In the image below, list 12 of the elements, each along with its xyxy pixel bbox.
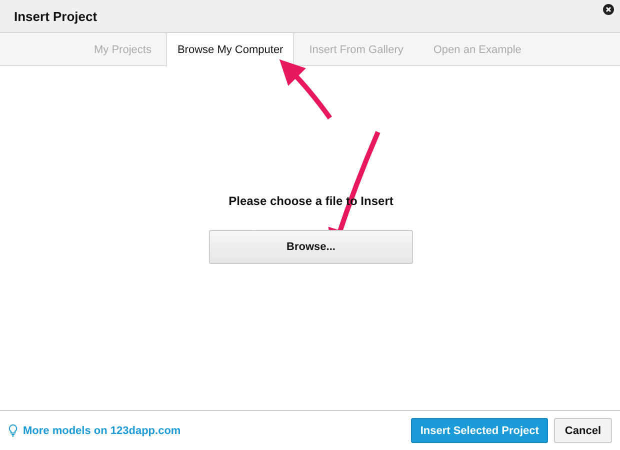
window-title: Insert Project	[14, 8, 98, 24]
cancel-button[interactable]: Cancel	[554, 418, 612, 443]
tab[interactable]: Insert From Gallery	[294, 33, 418, 66]
close-icon[interactable]	[603, 4, 614, 15]
tab[interactable]: Browse My Computer	[166, 33, 294, 67]
annotation-arrow	[279, 59, 332, 120]
browse-button[interactable]: Browse...	[209, 230, 413, 264]
insert-button[interactable]: Insert Selected Project	[411, 418, 548, 443]
lightbulb-icon	[8, 424, 18, 437]
tab[interactable]: My Projects	[79, 33, 166, 66]
more-models-link[interactable]: More models on 123dapp.com	[8, 424, 181, 437]
tab[interactable]: Open an Example	[418, 33, 536, 66]
